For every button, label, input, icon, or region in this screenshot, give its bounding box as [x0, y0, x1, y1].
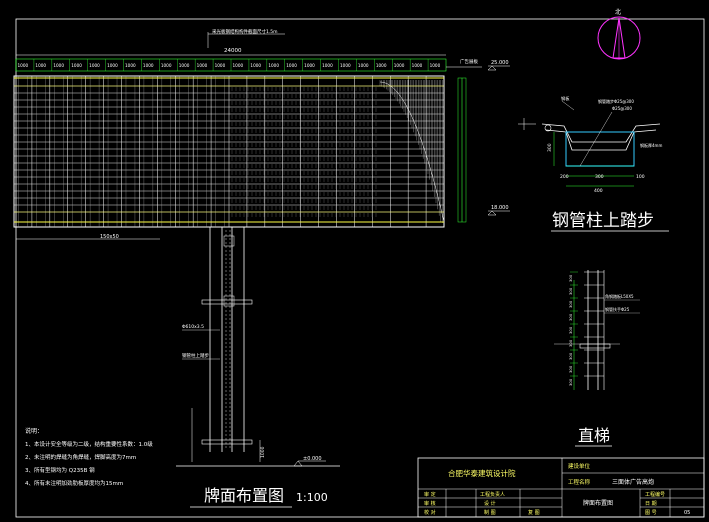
cad-drawing-canvas: 采光板钢结构构件截面尺寸1.5m 24000 1000 1000 1000 1000 1…: [13, 8, 705, 518]
proof-label: 复 图: [528, 509, 540, 516]
segment-dim-label: 1000: [71, 63, 82, 68]
notes-heading: 说明：: [25, 427, 43, 435]
elevation-top: 25.000: [491, 60, 509, 66]
overall-width-dim: 24000: [224, 48, 242, 54]
sheet-label: 图 号: [645, 510, 657, 516]
segment-dim-label: 1000: [394, 63, 405, 68]
row1-label: 建设单位: [568, 462, 591, 470]
note-item: 2、未注明的焊缝为角焊缝，焊脚高度为7mm: [25, 453, 136, 461]
label-pipe: Φ610x3.5: [182, 324, 204, 330]
note-item: 1、本设计安全等级为二级，结构重要性系数：1.0级: [25, 440, 153, 448]
note-item: 4、所有未注明加劲肋板厚度均为15mm: [25, 479, 123, 487]
segment-dim-label: 1000: [250, 63, 261, 68]
segment-dim-label: 1000: [179, 63, 190, 68]
segment-dim-label: 1000: [430, 63, 441, 68]
ground-elevation: ±0.000: [303, 456, 322, 462]
step-dim-left: 200: [560, 174, 569, 180]
ladder-dim-label: 300: [568, 313, 573, 321]
top-dim-note: 采光板钢结构构件截面尺寸1.5m: [212, 28, 278, 35]
step-label-a: 钢板: [561, 95, 570, 102]
segment-dim-label: 1000: [233, 63, 244, 68]
segment-dim-label: 1000: [376, 63, 387, 68]
north-arrow-icon: 北: [597, 8, 641, 60]
step-dim-height: 300: [547, 143, 553, 152]
company-name: 合肥华泰建筑设计院: [448, 468, 516, 478]
sheet-value: 05: [684, 510, 690, 516]
north-label: 北: [615, 8, 621, 16]
label-top-right: 广告展板: [460, 58, 478, 65]
step-detail: 钢板 钢管踏步Φ25@300 Φ25@300 钢板厚4mm 300 200 30…: [518, 95, 669, 232]
segment-dim-label: 1000: [340, 63, 351, 68]
segment-dim-label: 1000: [35, 63, 46, 68]
segment-dim-label: 1000: [304, 63, 315, 68]
ladder-detail: 300 300 300 300 300 300 300 300 300 角钢踏板L50X5 钢管…: [554, 270, 640, 447]
check-label: 校 对: [424, 509, 436, 516]
ladder-label-a: 角钢踏板L50X5: [605, 293, 634, 299]
segment-dim-label: 1000: [107, 63, 118, 68]
steel-column: Φ610x3.5 钢管柱上踏步 1000 ±0.000: [176, 227, 340, 467]
step-detail-title: 钢管柱上踏步: [552, 211, 654, 231]
ladder-rungs: 300 300 300 300 300 300 300 300 300: [568, 271, 604, 386]
step-dim-mid: 300: [595, 174, 604, 180]
notes: 说明： 1、本设计安全等级为二级，结构重要性系数：1.0级 2、未注明的焊缝为角…: [25, 427, 153, 487]
segment-dim-label: 1000: [89, 63, 100, 68]
note-item: 3、所有型钢均为 Q235B 钢: [25, 466, 95, 474]
ladder-dim-label: 300: [568, 378, 573, 386]
date-label: 日 期: [645, 501, 657, 507]
base-dim: 1000: [260, 446, 266, 458]
project-name: 三面体广告高炮: [612, 478, 654, 486]
segment-dim-label: 1000: [358, 63, 369, 68]
ladder-detail-title: 直梯: [578, 426, 610, 445]
segment-dimensions: 1000 1000 1000 1000 1000 1000 1000 1000 1000 1000…: [15, 59, 441, 71]
billboard-elevation: 采光板钢结构构件截面尺寸1.5m 24000 1000 1000 1000 1000 1…: [13, 28, 510, 240]
label-ladder: 钢管柱上踏步: [182, 352, 209, 359]
ladder-dim-label: 300: [568, 274, 573, 282]
draw-label: 制 图: [484, 509, 496, 516]
segment-dim-label: 1000: [125, 63, 136, 68]
segment-dim-label: 1000: [143, 63, 154, 68]
segment-dim-label: 1000: [268, 63, 279, 68]
ladder-dim-label: 300: [568, 300, 573, 308]
main-title: 牌面布置图: [204, 486, 284, 505]
segment-dim-label: 1000: [18, 63, 29, 68]
segment-dim-label: 1000: [286, 63, 297, 68]
ladder-dim-label: 300: [568, 365, 573, 373]
segment-dim-label: 1000: [412, 63, 423, 68]
ladder-dim-label: 300: [568, 352, 573, 360]
ladder-dim-label: 300: [568, 326, 573, 334]
ladder-label-b: 钢管扶手Φ25: [605, 306, 630, 312]
review-label: 审 核: [424, 500, 436, 507]
segment-dim-label: 1000: [215, 63, 226, 68]
step-label-c: Φ25@300: [612, 106, 632, 111]
main-title-scale: 1:100: [296, 491, 328, 504]
leader-label: 工程负责人: [480, 491, 505, 498]
ladder-dim-label: 300: [568, 287, 573, 295]
project-no-label: 工程编号: [645, 491, 665, 498]
segment-dim-label: 1000: [161, 63, 172, 68]
beam-label: 150x50: [100, 234, 119, 240]
segment-dim-label: 1000: [197, 63, 208, 68]
step-label-d: 钢板厚4mm: [640, 142, 662, 148]
segment-dim-label: 1000: [53, 63, 64, 68]
step-label-b: 钢管踏步Φ25@300: [598, 98, 634, 104]
approve-label: 审 定: [424, 491, 436, 498]
design-label: 设 计: [484, 500, 496, 507]
segment-dim-label: 1000: [322, 63, 333, 68]
panel-grid: [13, 76, 445, 227]
elevation-bottom: 18.000: [491, 205, 509, 211]
row2-label: 工程名称: [568, 478, 591, 486]
drawing-name: 牌面布置图: [583, 499, 613, 507]
ladder-dim-label: 300: [568, 339, 573, 347]
title-block: 合肥华泰建筑设计院 建设单位 工程名称 三面体广告高炮 牌面布置图 审 定 审 …: [417, 457, 705, 518]
step-dim-right: 100: [636, 174, 645, 180]
step-dim-total: 400: [594, 188, 603, 194]
